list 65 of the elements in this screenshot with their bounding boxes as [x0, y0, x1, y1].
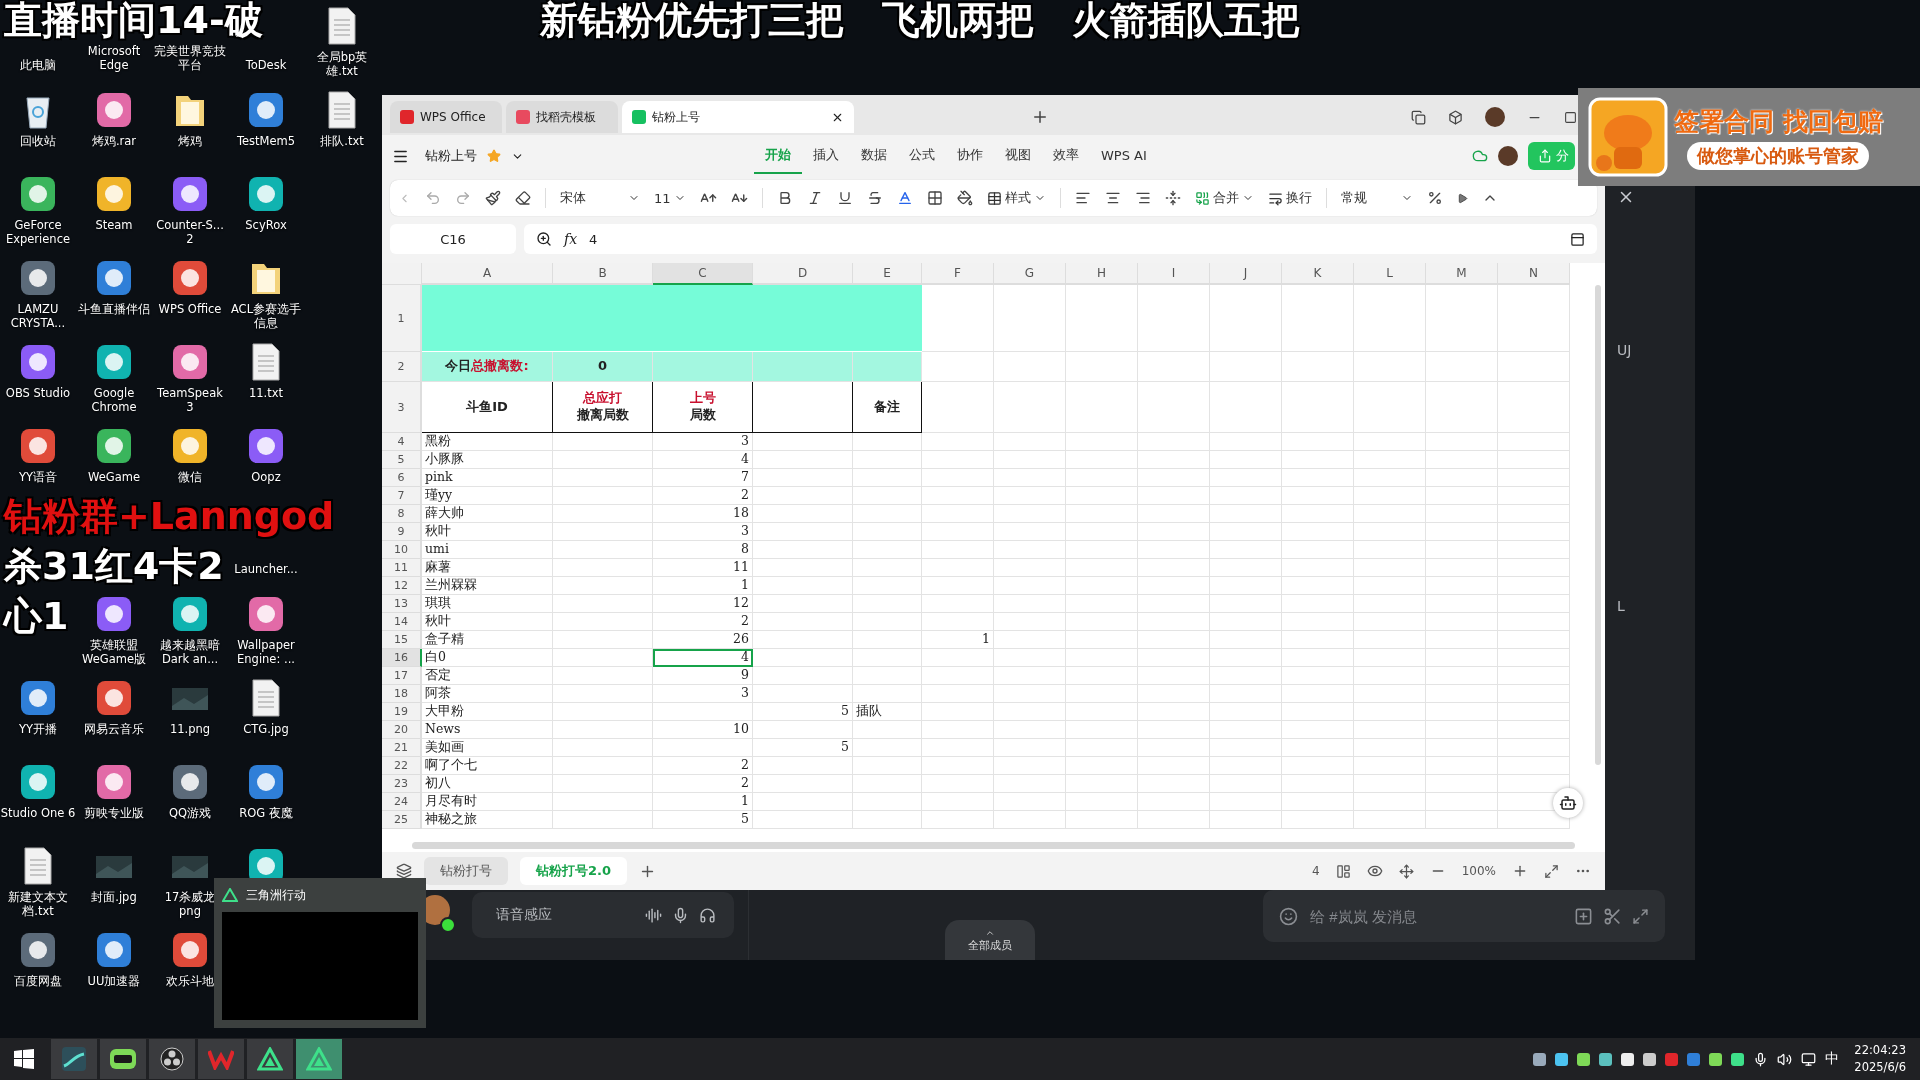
table-cell: 月尽有时 [422, 793, 553, 811]
table-cell: 18 [653, 505, 753, 523]
status-count: 4 [1312, 864, 1320, 878]
table-cell: 黑粉 [422, 433, 553, 451]
formula-value: 4 [589, 231, 598, 247]
table-cell: 美如画 [422, 739, 553, 757]
stream-caption: 直播时间14-破 [4, 0, 263, 42]
table-cell: 斗鱼ID [422, 382, 553, 433]
table-cell: 1 [922, 631, 994, 649]
table-cell: 26 [653, 631, 753, 649]
stream-caption: 心1 [4, 596, 69, 638]
table-cell: 大甲粉 [422, 703, 553, 721]
table-cell: 瑾yy [422, 487, 553, 505]
table-cell: 2 [653, 613, 753, 631]
table-cell: 小豚豚 [422, 451, 553, 469]
table-cell: 2 [653, 775, 753, 793]
table-cell: 备注 [853, 382, 922, 433]
stream-caption: 钻粉群+Lanngod [4, 496, 335, 538]
table-cell: umi [422, 541, 553, 559]
table-cell: 1 [653, 577, 753, 595]
table-cell: 4 [653, 649, 753, 667]
table-cell: 神秘之旅 [422, 811, 553, 829]
table-cell: 初八 [422, 775, 553, 793]
partial-text: L [1617, 598, 1626, 614]
table-cell: 秋叶 [422, 613, 553, 631]
table-cell: pink [422, 469, 553, 487]
table-cell: 3 [653, 433, 753, 451]
stream-caption: 杀31红4卡2 [4, 546, 224, 588]
table-cell: 总应打撤离局数 [553, 382, 653, 433]
table-cell: 插队 [853, 703, 922, 721]
table-cell: 阿茶 [422, 685, 553, 703]
table-cell: 今日总撤离数: [422, 352, 553, 382]
table-cell: 10 [653, 721, 753, 739]
preview-title: 三角洲行动 [246, 886, 306, 904]
table-cell: 否定 [422, 667, 553, 685]
table-cell: 2 [653, 487, 753, 505]
table-cell: 2 [653, 757, 753, 775]
partial-text: UJ [1617, 342, 1633, 358]
document-title: 钻粉上号 [425, 147, 477, 165]
table-cell: 5 [753, 703, 853, 721]
table-cell: 1 [653, 793, 753, 811]
ad-tagline: 做您掌心的账号管家 [1687, 141, 1870, 170]
table-cell: 琪琪 [422, 595, 553, 613]
table-cell: 0 [553, 352, 653, 382]
table-cell: 4 [653, 451, 753, 469]
stream-caption: 新钻粉优先打三把 飞机两把 火箭插队五把 [540, 0, 1300, 42]
table-cell: 兰州槑槑 [422, 577, 553, 595]
table-cell: 11 [653, 559, 753, 577]
table-cell: 薛大帅 [422, 505, 553, 523]
table-cell: 5 [653, 811, 753, 829]
table-cell: 秋叶 [422, 523, 553, 541]
table-cell: News [422, 721, 553, 739]
table-cell: 3 [653, 685, 753, 703]
table-cell: 9 [653, 667, 753, 685]
table-cell: 7 [653, 469, 753, 487]
table-cell: 3 [653, 523, 753, 541]
table-cell: 8 [653, 541, 753, 559]
table-cell: 12 [653, 595, 753, 613]
table-cell: 白0 [422, 649, 553, 667]
table-cell: 5 [753, 739, 853, 757]
table-cell: 啊了个七 [422, 757, 553, 775]
ad-headline: 签署合同 找回包赔 [1674, 105, 1883, 138]
table-cell: 盒子精 [422, 631, 553, 649]
table-cell: 上号局数 [653, 382, 753, 433]
table-cell: 麻薯 [422, 559, 553, 577]
